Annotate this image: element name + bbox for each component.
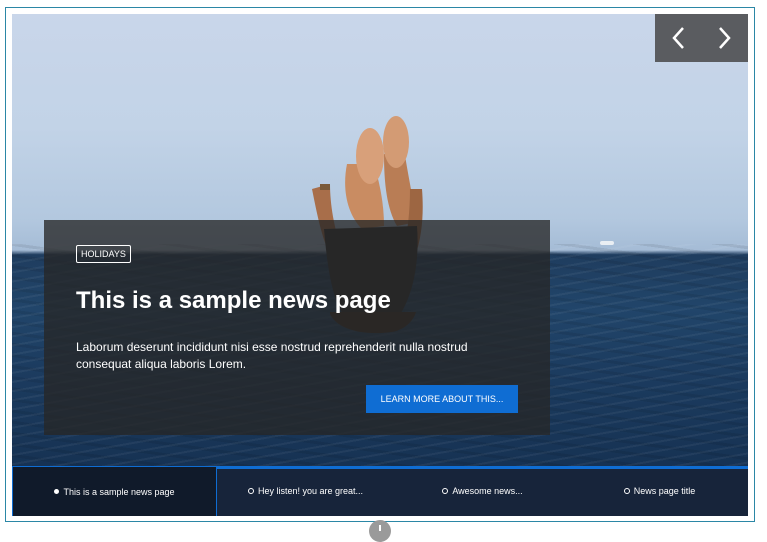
inactive-dot-icon <box>623 488 630 494</box>
thumbnail-item-3[interactable]: Awesome news... <box>394 466 571 516</box>
inactive-dot-icon <box>442 488 449 494</box>
category-tag[interactable]: HOLIDAYS <box>76 245 131 263</box>
slide-caption: HOLIDAYS This is a sample news page Labo… <box>44 220 550 435</box>
learn-more-button[interactable]: LEARN MORE ABOUT THIS... <box>366 385 518 413</box>
thumbnail-item-4[interactable]: News page title <box>571 466 748 516</box>
chevron-left-icon <box>672 27 684 49</box>
thumbnail-label: News page title <box>633 486 696 496</box>
chevron-right-icon <box>719 27 731 49</box>
scroll-handle[interactable] <box>369 520 391 542</box>
slide-description: Laborum deserunt incididunt nisi esse no… <box>76 340 468 371</box>
slide-thumbnails: This is a sample news page Hey listen! y… <box>12 466 748 516</box>
thumbnail-label: Hey listen! you are great... <box>257 486 364 496</box>
slide-title: This is a sample news page <box>76 287 391 314</box>
next-slide-button[interactable] <box>702 14 748 62</box>
inactive-dot-icon <box>247 488 254 494</box>
prev-slide-button[interactable] <box>655 14 701 62</box>
thumbnail-item-1[interactable]: This is a sample news page <box>12 466 217 516</box>
thumbnail-label: Awesome news... <box>452 486 523 496</box>
thumbnail-label: This is a sample news page <box>63 486 175 497</box>
carousel-nav <box>655 14 748 62</box>
active-dot-icon <box>54 489 60 494</box>
scroll-handle-grip-icon <box>379 525 381 531</box>
thumbnail-item-2[interactable]: Hey listen! you are great... <box>217 466 394 516</box>
